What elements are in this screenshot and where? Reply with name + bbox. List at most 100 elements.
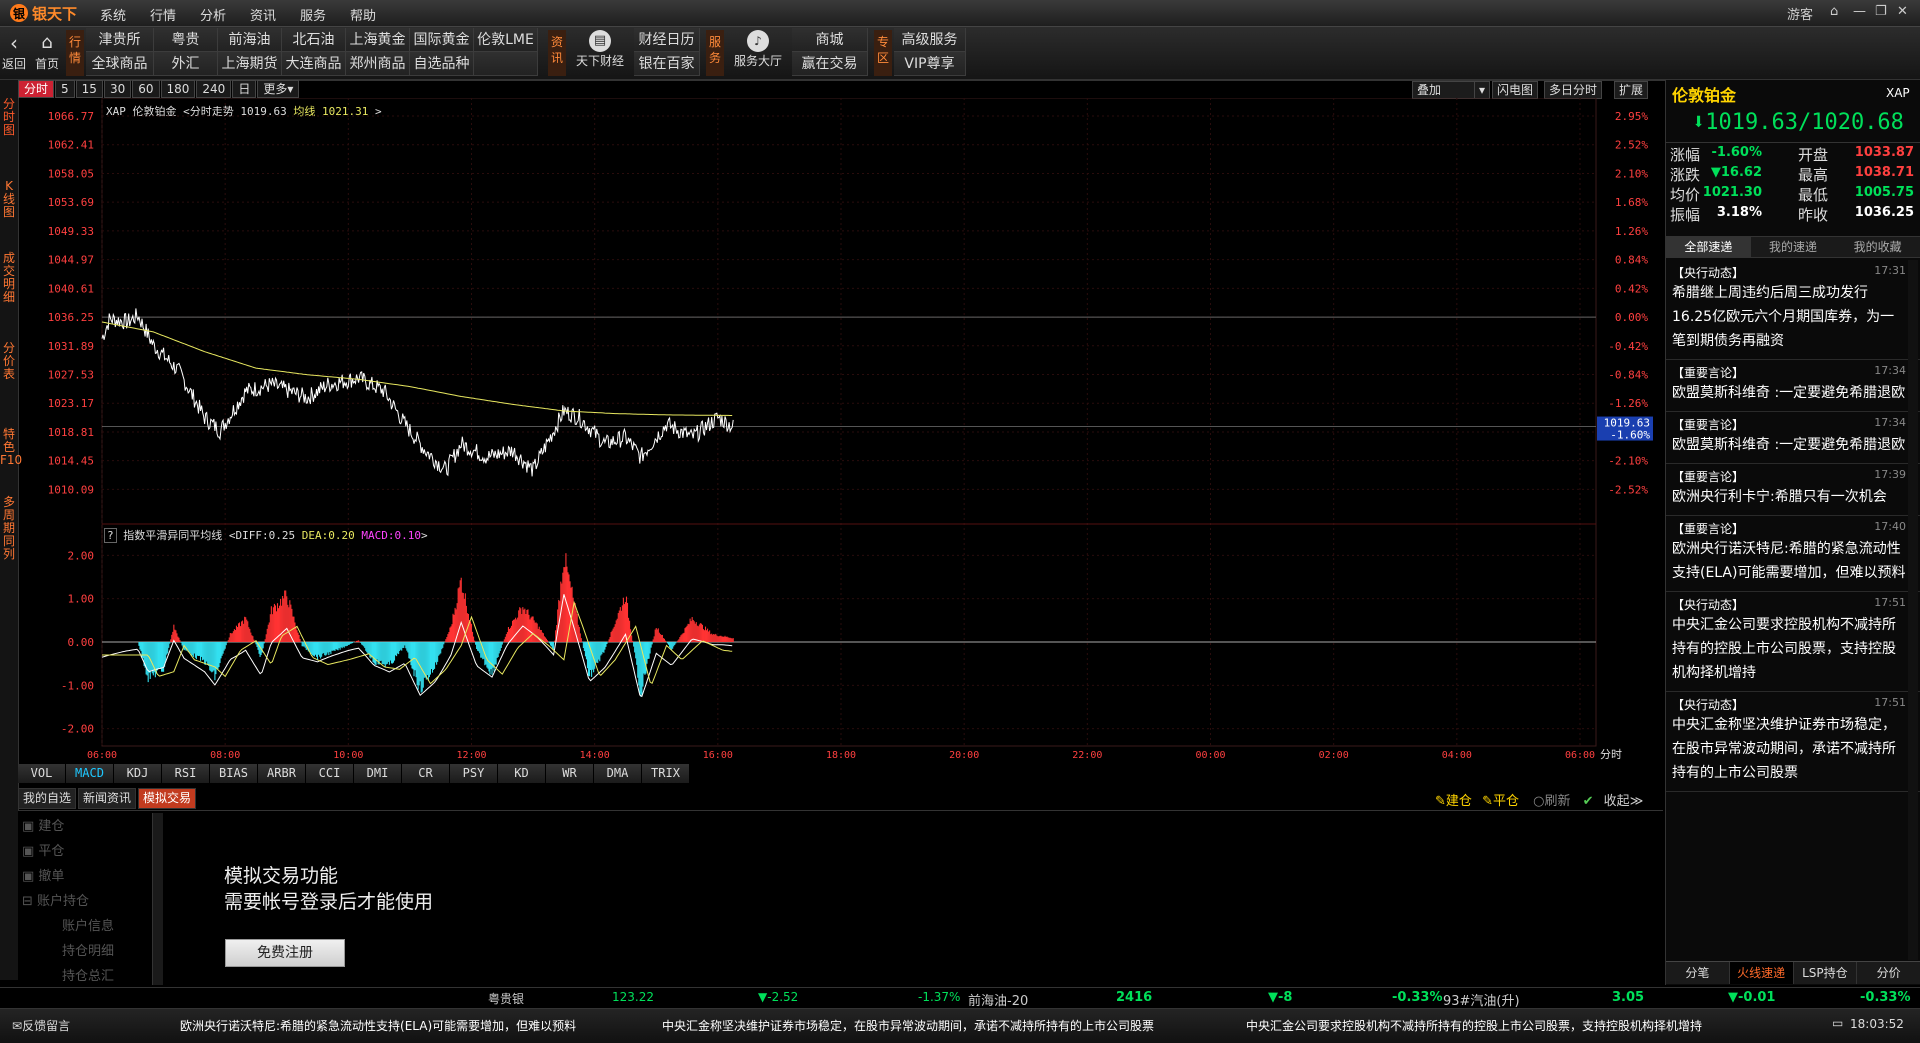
home-icon[interactable]: ⌂ bbox=[1830, 4, 1838, 19]
tree-close[interactable]: ▣ 平仓 bbox=[22, 840, 162, 859]
menu-service[interactable]: 服务 bbox=[300, 5, 326, 24]
minimize-icon[interactable]: — bbox=[1853, 4, 1866, 19]
news-item[interactable]: 【重要言论】 17:40 欧洲央行诺沃特尼:希腊的紧急流动性支持(ELA)可能需要增… bbox=[1666, 516, 1920, 592]
menu-quotes[interactable]: 行情 bbox=[150, 5, 176, 24]
user-label[interactable]: 游客 bbox=[1787, 4, 1813, 23]
menu-analysis[interactable]: 分析 bbox=[200, 5, 226, 24]
win-trade-link[interactable]: 赢在交易 bbox=[792, 52, 868, 76]
tab-lsp[interactable]: LSP持仓 bbox=[1793, 962, 1858, 984]
market-beishiyou[interactable]: 北石油 bbox=[282, 28, 346, 52]
news-item[interactable]: 【央行动态】 17:51 中央汇金称坚决维护证券市场稳定，在股市异常波动期间，承诺不… bbox=[1666, 692, 1920, 792]
news-item[interactable]: 【重要言论】 17:39 欧洲央行利卡宁:希腊只有一次机会 bbox=[1666, 464, 1920, 516]
back-button[interactable]: ‹ 返回 bbox=[2, 31, 26, 72]
period-60[interactable]: 60 bbox=[132, 80, 160, 98]
ticker-item-2[interactable]: 中央汇金公司要求控股机构不减持所持有的控股上市公司股票，支持控股机构择机增持 bbox=[1246, 1017, 1702, 1034]
period-intraday[interactable]: 分时 bbox=[18, 80, 55, 98]
register-button[interactable]: 免费注册 bbox=[225, 939, 345, 967]
overlay-dropdown-icon[interactable]: ▾ bbox=[1474, 81, 1491, 99]
side-tab-price-table[interactable]: 分价表 bbox=[0, 342, 18, 381]
menu-help[interactable]: 帮助 bbox=[350, 5, 376, 24]
side-tab-kline[interactable]: K线图 bbox=[0, 180, 18, 219]
market-dce[interactable]: 大连商品 bbox=[282, 52, 346, 76]
ticker-item-0[interactable]: 欧洲央行诺沃特尼:希腊的紧急流动性支持(ELA)可能需要增加，但难以预料 bbox=[180, 1017, 576, 1034]
market-forex[interactable]: 外汇 bbox=[154, 52, 218, 76]
ticker-item-1[interactable]: 中央汇金称坚决维护证券市场稳定，在股市异常波动期间，承诺不减持所持有的上市公司股… bbox=[662, 1017, 1154, 1034]
indicator-tab-dma[interactable]: DMA bbox=[594, 764, 642, 783]
news-tab-favorites[interactable]: 我的收藏 bbox=[1835, 237, 1920, 257]
check-icon[interactable]: ✔ bbox=[1583, 794, 1594, 809]
period-240[interactable]: 240 bbox=[196, 80, 232, 98]
close-position-button[interactable]: ✎平仓 bbox=[1482, 794, 1519, 809]
vip-link[interactable]: VIP尊享 bbox=[894, 52, 966, 76]
tree-positions[interactable]: ⊟ 账户持仓 bbox=[22, 890, 162, 909]
indicator-tab-macd[interactable]: MACD bbox=[66, 764, 114, 783]
tab-watchlist[interactable]: 我的自选 bbox=[18, 788, 77, 809]
strip-name-0[interactable]: 粤贵银 bbox=[488, 990, 524, 1007]
tab-news[interactable]: 新闻资讯 bbox=[78, 788, 137, 809]
intraday-chart[interactable]: 1066.77 2.95% 1062.41 2.52% 1058.05 2.10% 1053… bbox=[18, 98, 1663, 764]
news-item[interactable]: 【央行动态】 17:31 希腊继上周违约后周三成功发行16.25亿欧元六个月期国库券… bbox=[1666, 260, 1920, 360]
indicator-tab-trix[interactable]: TRIX bbox=[642, 764, 690, 783]
indicator-tab-rsi[interactable]: RSI bbox=[162, 764, 210, 783]
tree-account-info[interactable]: 账户信息 bbox=[22, 915, 162, 934]
multi-day-button[interactable]: 多日分时 bbox=[1544, 81, 1603, 99]
indicator-tab-cci[interactable]: CCI bbox=[306, 764, 354, 783]
restore-icon[interactable]: ❐ bbox=[1875, 4, 1887, 19]
refresh-button[interactable]: ○刷新 bbox=[1533, 794, 1570, 809]
tree-scrollbar[interactable] bbox=[152, 813, 163, 985]
overlay-button[interactable]: 叠加 bbox=[1412, 81, 1482, 99]
indicator-tab-arbr[interactable]: ARBR bbox=[258, 764, 306, 783]
market-qianhaiyou[interactable]: 前海油 bbox=[218, 28, 282, 52]
news-item[interactable]: 【重要言论】 17:34 欧盟莫斯科维奇 :一定要避免希腊退欧 bbox=[1666, 412, 1920, 464]
market-shanghai-gold[interactable]: 上海黄金 bbox=[346, 28, 410, 52]
news-item[interactable]: 【央行动态】 17:51 中央汇金公司要求控股机构不减持所持有的控股上市公司股票，支… bbox=[1666, 592, 1920, 692]
market-intl-gold[interactable]: 国际黄金 bbox=[410, 28, 474, 52]
indicator-tab-dmi[interactable]: DMI bbox=[354, 764, 402, 783]
tree-open[interactable]: ▣ 建仓 bbox=[22, 815, 162, 834]
indicator-tab-kdj[interactable]: KDJ bbox=[114, 764, 162, 783]
period-180[interactable]: 180 bbox=[160, 80, 196, 98]
flash-chart-button[interactable]: 闪电图 bbox=[1492, 81, 1539, 99]
feedback-link[interactable]: ✉反馈留言 bbox=[12, 1017, 70, 1034]
shop-link[interactable]: 商城 bbox=[792, 28, 868, 52]
indicator-tab-cr[interactable]: CR bbox=[402, 764, 450, 783]
indicator-tab-kd[interactable]: KD bbox=[498, 764, 546, 783]
close-icon[interactable]: ✕ bbox=[1897, 4, 1908, 19]
news-tab-all[interactable]: 全部速递 bbox=[1666, 237, 1751, 257]
expand-button[interactable]: 扩展 bbox=[1614, 81, 1649, 99]
menu-system[interactable]: 系统 bbox=[100, 5, 126, 24]
news-item[interactable]: 【重要言论】 17:34 欧盟莫斯科维奇 :一定要避免希腊退欧 bbox=[1666, 360, 1920, 412]
market-lme[interactable]: 伦敦LME bbox=[474, 28, 538, 52]
tree-position-summary[interactable]: 持仓总汇 bbox=[22, 965, 162, 984]
indicator-tab-wr[interactable]: WR bbox=[546, 764, 594, 783]
collapse-button[interactable]: 收起≫ bbox=[1604, 794, 1644, 809]
period-5[interactable]: 5 bbox=[55, 80, 75, 98]
side-tab-f10[interactable]: 特色F10 bbox=[0, 428, 22, 467]
menu-news[interactable]: 资讯 bbox=[250, 5, 276, 24]
tree-position-detail[interactable]: 持仓明细 bbox=[22, 940, 162, 959]
side-tab-intraday[interactable]: 分时图 bbox=[0, 98, 18, 137]
indicator-tab-psy[interactable]: PSY bbox=[450, 764, 498, 783]
tree-cancel[interactable]: ▣ 撤单 bbox=[22, 865, 162, 884]
finance-calendar-link[interactable]: 财经日历 bbox=[634, 28, 700, 52]
tab-price-distribution[interactable]: 分价 bbox=[1857, 962, 1920, 984]
indicator-tab-bias[interactable]: BIAS bbox=[210, 764, 258, 783]
market-czce[interactable]: 郑州商品 bbox=[346, 52, 410, 76]
market-global[interactable]: 全球商品 bbox=[86, 52, 154, 76]
period-day[interactable]: 日 bbox=[232, 80, 257, 98]
indicator-tab-vol[interactable]: VOL bbox=[18, 764, 66, 783]
market-jinguisuo[interactable]: 津贵所 bbox=[86, 28, 154, 52]
news-scrollbar[interactable] bbox=[1908, 260, 1918, 960]
yinshi-link[interactable]: 银在百家 bbox=[634, 52, 700, 76]
period-15[interactable]: 15 bbox=[75, 80, 103, 98]
side-tab-trades[interactable]: 成交明细 bbox=[0, 252, 18, 304]
strip-name-2[interactable]: 93#汽油(升) bbox=[1443, 990, 1520, 1009]
tab-ticks[interactable]: 分笔 bbox=[1666, 962, 1730, 984]
service-hall-button[interactable]: ♪ 服务大厅 bbox=[726, 30, 790, 69]
premium-link[interactable]: 高级服务 bbox=[894, 28, 966, 52]
tab-flash-news[interactable]: 火线速递 bbox=[1729, 962, 1794, 984]
home-button[interactable]: ⌂ 首页 bbox=[30, 31, 64, 72]
market-yuegui[interactable]: 粤贵 bbox=[154, 28, 218, 52]
market-shfe[interactable]: 上海期货 bbox=[218, 52, 282, 76]
news-tab-mine[interactable]: 我的速递 bbox=[1750, 237, 1836, 257]
